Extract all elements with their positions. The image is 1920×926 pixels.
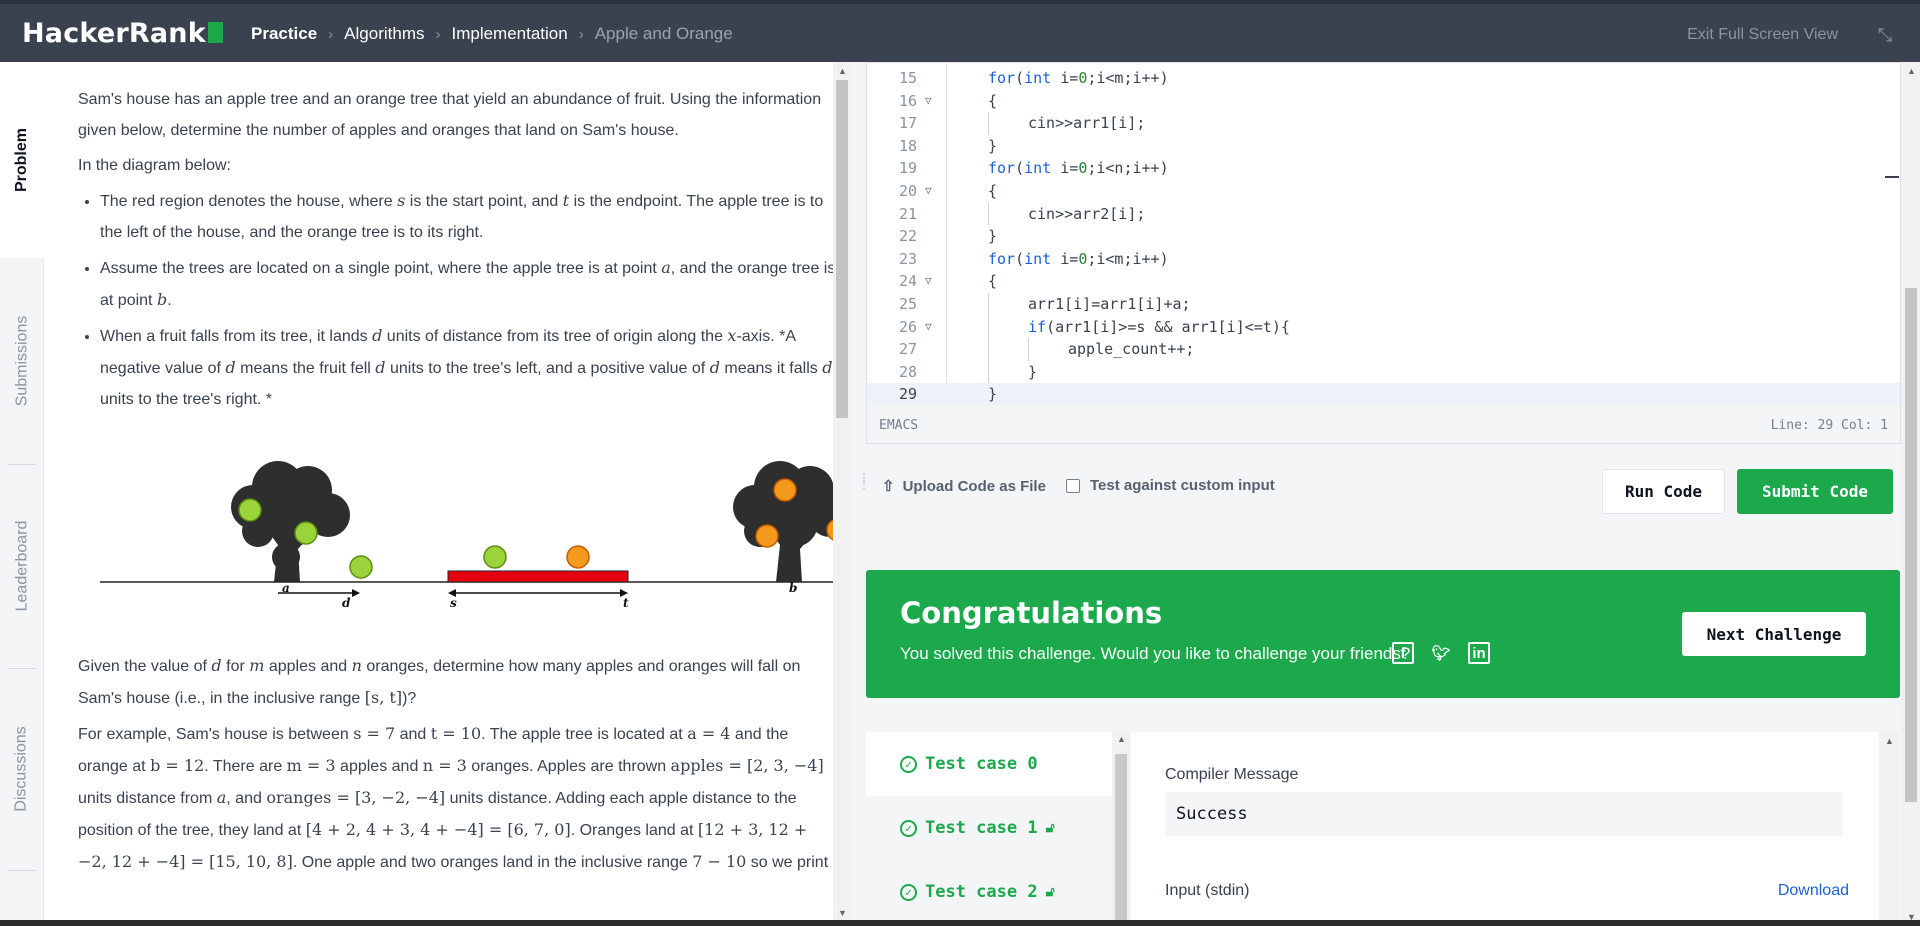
test-case-list: ✓ Test case 0 ✓ Test case 1 🔓︎ ✓ Test case 2… (866, 732, 1112, 926)
fold-chevron-icon[interactable]: ▽ (925, 316, 932, 339)
check-circle-icon: ✓ (900, 819, 917, 837)
input-stdin-label: Input (stdin) (1165, 882, 1250, 899)
house-apple-icon (483, 545, 507, 569)
code-line: 22} (898, 227, 998, 246)
apple-orange-diagram: a d s t b (78, 435, 833, 636)
problem-bullets: The red region denotes the house, where … (100, 185, 833, 415)
code-line: 19 for(int i=0;i<n;i++) (898, 159, 1169, 178)
drag-handle-icon[interactable]: ⋮ ⋮ (858, 472, 870, 490)
breadcrumb-current: Apple and Orange (594, 24, 733, 43)
custom-input-checkbox[interactable] (1066, 478, 1080, 493)
chevron-right-icon: › (578, 25, 584, 43)
code-line: 21 cin>>arr2[i]; (867, 202, 1900, 226)
chevron-right-icon: › (435, 25, 441, 43)
chevron-right-icon: › (328, 25, 334, 43)
code-line: 16 ▽{ (867, 90, 1900, 113)
result-scrollbar[interactable]: ▲ (1879, 732, 1899, 926)
test-case-scrollbar[interactable]: ▲ (1112, 732, 1130, 926)
editor-actions: ⋮ ⋮ ⇧ Upload Code as File Test against cus… (858, 455, 1901, 525)
cursor-position: Line: 29 Col: 1 (1770, 418, 1888, 433)
code-line: 26 ▽ if(arr1[i]>=s && arr1[i]<=t){ (867, 315, 1900, 339)
tab-discussions[interactable]: Discussions (0, 668, 44, 870)
code-line: 15 for(int i=0;i<m;i++) (898, 69, 1169, 87)
problem-example: For example, Sam's house is between s = … (78, 724, 829, 871)
apple-tree-icon (231, 461, 350, 582)
problem-statement-panel: Sam's house has an apple tree and an ora… (44, 62, 833, 920)
breadcrumb-practice[interactable]: Practice (251, 24, 317, 44)
collapse-icon[interactable]: ⤡ (1878, 25, 1892, 46)
code-line: 18} (898, 136, 998, 155)
upload-icon: ⇧ (882, 478, 895, 495)
code-line: 27 apple_count++; (867, 338, 1900, 361)
share-icons: f 🐦︎ in (1392, 642, 1490, 664)
code-editor[interactable]: 15 for(int i=0;i<m;i++) 16 ▽{ 17 cin>>arr1[… (866, 62, 1901, 406)
check-circle-icon: ✓ (900, 755, 917, 773)
label-s: s (450, 596, 457, 610)
test-case-tab-0[interactable]: ✓ Test case 0 (866, 732, 1112, 796)
tab-problem[interactable]: Problem (0, 62, 44, 258)
orange-tree-icon (733, 461, 833, 582)
fold-chevron-icon[interactable]: ▽ (925, 270, 932, 293)
upload-code-button[interactable]: ⇧ Upload Code as File (882, 477, 1046, 495)
problem-scrollbar[interactable]: ▲ ▼ (833, 62, 851, 920)
run-code-button[interactable]: Run Code (1602, 469, 1725, 514)
congrats-subtitle: You solved this challenge. Would you lik… (900, 644, 1411, 663)
congratulations-banner: Congratulations You solved this challeng… (866, 570, 1900, 698)
custom-input-toggle[interactable]: Test against custom input (1066, 477, 1275, 494)
facebook-icon[interactable]: f (1392, 642, 1414, 664)
window-bottom-edge (0, 920, 1920, 926)
congrats-title: Congratulations (900, 596, 1163, 630)
submit-code-button[interactable]: Submit Code (1737, 469, 1893, 514)
compiler-message-label: Compiler Message (1165, 766, 1299, 783)
list-item: Assume the trees are located on a single… (100, 252, 833, 316)
code-line-current: 29} (867, 383, 1900, 406)
download-link[interactable]: Download (1778, 882, 1849, 900)
exit-fullscreen-link[interactable]: Exit Full Screen View (1687, 26, 1838, 44)
list-item: When a fruit falls from its tree, it lan… (100, 320, 833, 415)
breadcrumb-implementation[interactable]: Implementation (451, 24, 567, 44)
tab-leaderboard[interactable]: Leaderboard (0, 464, 44, 668)
fold-chevron-icon[interactable]: ▽ (925, 180, 932, 203)
twitter-icon[interactable]: 🐦︎ (1430, 642, 1452, 664)
check-circle-icon: ✓ (900, 883, 917, 901)
list-item: The red region denotes the house, where … (100, 185, 833, 248)
label-t: t (623, 596, 629, 610)
code-line: 23 for(int i=0;i<m;i++) (898, 249, 1169, 268)
editor-status-bar: EMACS Line: 29 Col: 1 (866, 406, 1901, 444)
code-line: 28} (867, 360, 1900, 384)
next-challenge-button[interactable]: Next Challenge (1682, 612, 1866, 656)
problem-side-tabs: Problem Submissions Leaderboard Discussi… (0, 62, 44, 926)
problem-given: Given the value of d for m apples and n … (78, 656, 801, 707)
code-line: 20 ▽{ (867, 180, 1900, 203)
problem-intro: Sam's house has an apple tree and an ora… (78, 91, 822, 139)
house-orange-icon (566, 545, 590, 569)
label-d: d (342, 596, 351, 610)
test-result-panel: Compiler Message Success Input (stdin) D… (1131, 732, 1879, 926)
test-case-tab-1[interactable]: ✓ Test case 1 🔓︎ (866, 796, 1112, 860)
lock-icon: 🔓︎ (1045, 884, 1055, 900)
hackerrank-logo[interactable]: HackerRank (22, 18, 223, 49)
tab-submissions[interactable]: Submissions (0, 258, 44, 464)
lock-icon: 🔓︎ (1045, 820, 1055, 836)
editor-mode[interactable]: EMACS (879, 418, 918, 433)
fold-chevron-icon[interactable]: ▽ (925, 90, 932, 113)
compiler-message-value: Success (1165, 792, 1843, 836)
label-b: b (789, 581, 797, 595)
page-scrollbar[interactable]: ▲ ▼ (1901, 62, 1920, 926)
editor-scroll-marker (1885, 176, 1899, 178)
linkedin-icon[interactable]: in (1468, 642, 1490, 664)
code-line: 24 ▽{ (867, 270, 1900, 293)
label-a: a (282, 581, 290, 595)
breadcrumb-algorithms[interactable]: Algorithms (344, 24, 424, 44)
diagram-intro: In the diagram below: (78, 157, 231, 174)
test-case-tab-2[interactable]: ✓ Test case 2 🔓︎ (866, 860, 1112, 924)
house-region (447, 570, 629, 583)
code-line: 25 arr1[i]=arr1[i]+a; (867, 292, 1900, 316)
breadcrumb: Practice › Algorithms › Implementation ›… (251, 24, 733, 44)
code-line: 17 cin>>arr1[i]; (867, 112, 1900, 135)
top-navigation-bar: HackerRank Practice › Algorithms › Imple… (0, 0, 1920, 62)
fallen-apple-icon (349, 555, 373, 579)
